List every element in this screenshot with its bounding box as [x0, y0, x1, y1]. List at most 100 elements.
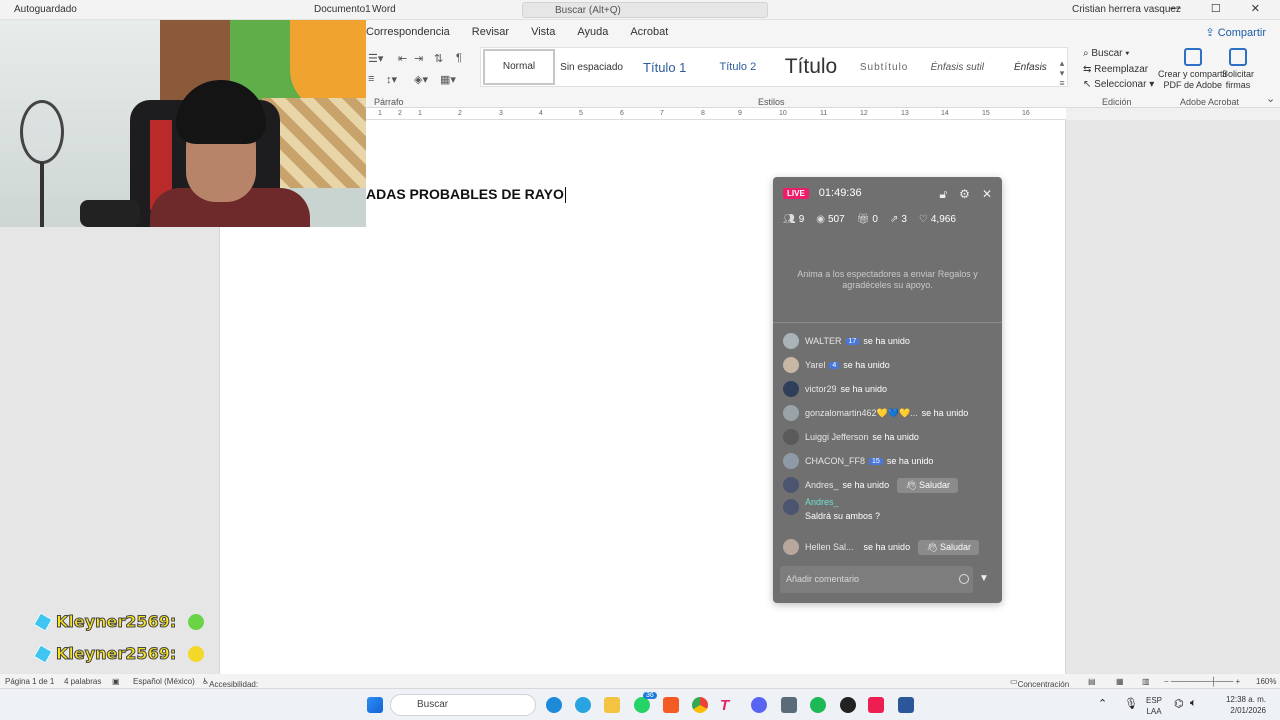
request-signatures-label-2: firmas	[1225, 80, 1251, 90]
windows-start-icon[interactable]	[367, 697, 383, 713]
title-search-box[interactable]: Buscar (Alt+Q)	[522, 2, 768, 18]
saludar-button[interactable]: 👋︎ Saludar	[897, 477, 959, 493]
justify-icon[interactable]: ≡	[368, 73, 374, 85]
minimize-icon[interactable]: —	[1170, 2, 1181, 15]
volume-icon[interactable]: 🔈︎	[1190, 697, 1197, 710]
calculator-icon[interactable]	[781, 697, 797, 713]
collapse-ribbon-icon[interactable]: ⌄	[1266, 92, 1275, 105]
language-status[interactable]: Español (México)	[133, 677, 195, 686]
edge-icon[interactable]	[546, 697, 562, 713]
avatar[interactable]	[783, 499, 799, 515]
chrome-icon[interactable]	[692, 697, 708, 713]
stat-likes-value: 4,966	[930, 214, 956, 225]
bullets-icon[interactable]: ☰▾	[368, 52, 383, 65]
share-button[interactable]: ⇪ Compartir	[1205, 26, 1266, 39]
zoom-level[interactable]: 160%	[1256, 677, 1276, 686]
tab-vista[interactable]: Vista	[531, 26, 555, 38]
ruler-tick: 3	[499, 110, 503, 117]
create-pdf-button[interactable]: Crear y compartir PDF de Adobe	[1158, 48, 1228, 91]
style-titulo-2[interactable]: Título 2	[701, 61, 774, 73]
yellow-emote-icon	[188, 645, 205, 662]
feed-username[interactable]: CHACON_FF8	[805, 456, 865, 466]
avatar[interactable]	[783, 333, 799, 349]
microphone-icon[interactable]: 🎙︎	[1124, 697, 1138, 710]
style-enfasis-sutil[interactable]: Énfasis sutil	[921, 62, 994, 73]
styles-scroll[interactable]: ▴ ▾ ≡	[1056, 58, 1068, 88]
feed-username[interactable]: Hellen Sal...	[805, 542, 854, 552]
obs-icon[interactable]	[840, 697, 856, 713]
web-layout-icon[interactable]: ▥	[1142, 677, 1150, 686]
tab-revisar[interactable]: Revisar	[472, 26, 509, 38]
comment-input[interactable]: Añadir comentario	[780, 566, 973, 593]
avatar[interactable]	[783, 539, 799, 555]
comment-username[interactable]: Andres_	[805, 497, 994, 507]
feed-username[interactable]: Yarel	[805, 360, 825, 370]
word-icon[interactable]	[898, 697, 914, 713]
borders-icon[interactable]: ▦▾	[440, 73, 456, 86]
tab-acrobat[interactable]: Acrobat	[630, 26, 668, 38]
feed-username[interactable]: Luiggi Jefferson	[805, 432, 868, 442]
accessibility-status[interactable]: ♿︎ Accesibilidad: todo correcto	[202, 677, 258, 698]
decrease-indent-icon[interactable]: ⇤	[398, 52, 407, 65]
focus-mode[interactable]: ▭ Concentración	[1010, 677, 1069, 689]
typora-icon[interactable]: T	[720, 697, 736, 714]
feed-username[interactable]: gonzalomartin462💛💙💛...	[805, 408, 918, 419]
buscar-button[interactable]: ⌕ Buscar ▾	[1083, 46, 1154, 62]
emoji-icon[interactable]	[959, 574, 969, 584]
comment-item: Andres_ Saldrá su ambos ?	[783, 497, 998, 535]
avatar[interactable]	[783, 357, 799, 373]
line-spacing-icon[interactable]: ↕▾	[386, 73, 397, 86]
avatar[interactable]	[783, 453, 799, 469]
brave-icon[interactable]	[663, 697, 679, 713]
zoom-slider[interactable]: − ───────┼─── +	[1164, 677, 1240, 686]
language-indicator[interactable]: ESP LAA	[1146, 695, 1162, 717]
close-window-icon[interactable]: ✕	[1251, 2, 1260, 15]
close-icon[interactable]: ✕	[982, 187, 992, 202]
discord-icon[interactable]	[751, 697, 767, 713]
print-layout-icon[interactable]: ▦	[1116, 677, 1124, 686]
feed-username[interactable]: victor29	[805, 384, 837, 394]
settings-icon[interactable]: ⚙︎	[959, 187, 970, 202]
filter-icon[interactable]: ▼	[979, 573, 989, 584]
seleccionar-button[interactable]: ↖ Seleccionar ▾	[1083, 77, 1154, 93]
autosave-label[interactable]: Autoguardado	[14, 4, 77, 15]
document-text[interactable]: ADAS PROBABLES DE RAYO	[366, 186, 566, 204]
lock-icon[interactable]: 🔓︎	[939, 187, 947, 202]
user-name[interactable]: Cristian herrera vasquez	[1072, 4, 1181, 15]
style-sin-espaciado[interactable]: Sin espaciado	[555, 62, 628, 73]
style-titulo-1[interactable]: Título 1	[628, 60, 701, 75]
telegram-icon[interactable]	[575, 697, 591, 713]
avatar[interactable]	[783, 381, 799, 397]
page-count[interactable]: Página 1 de 1	[5, 677, 54, 686]
avatar[interactable]	[783, 477, 799, 493]
tab-correspondencia[interactable]: Correspondencia	[366, 26, 450, 38]
tab-ayuda[interactable]: Ayuda	[577, 26, 608, 38]
style-subtitulo[interactable]: Subtítulo	[848, 62, 921, 73]
paragraph-marks-icon[interactable]: ¶	[456, 52, 462, 64]
avatar[interactable]	[783, 405, 799, 421]
read-mode-icon[interactable]: ▤	[1088, 677, 1096, 686]
request-signatures-button[interactable]: Solicitar firmas	[1222, 48, 1254, 91]
feed-username[interactable]: WALTER	[805, 336, 842, 346]
whatsapp-icon[interactable]	[634, 697, 650, 713]
reemplazar-button[interactable]: ⇆ Reemplazar	[1083, 62, 1154, 78]
style-titulo[interactable]: Título	[774, 55, 847, 79]
word-count[interactable]: 4 palabras	[64, 677, 101, 686]
saludar-button[interactable]: 👋︎ Saludar	[918, 539, 980, 555]
file-explorer-icon[interactable]	[604, 697, 620, 713]
feed-username[interactable]: Andres_	[805, 480, 839, 490]
tray-chevron-icon[interactable]: ⌃	[1098, 697, 1107, 710]
shading-icon[interactable]: ◈▾	[414, 73, 428, 86]
clock-date: 2/01/2026	[1230, 706, 1266, 715]
maximize-icon[interactable]: ☐	[1211, 2, 1221, 15]
tiktok-icon[interactable]	[868, 697, 884, 713]
clock[interactable]: 12:38 a. m. 2/01/2026	[1226, 694, 1266, 716]
taskbar-search[interactable]: Buscar	[390, 694, 536, 716]
network-icon[interactable]: ⌬	[1174, 697, 1184, 710]
proofing-icon[interactable]: ▣	[112, 677, 120, 686]
style-normal[interactable]: Normal	[483, 49, 555, 85]
sort-icon[interactable]: ⇅	[434, 52, 443, 65]
avatar[interactable]	[783, 429, 799, 445]
increase-indent-icon[interactable]: ⇥	[414, 52, 423, 65]
spotify-icon[interactable]	[810, 697, 826, 713]
